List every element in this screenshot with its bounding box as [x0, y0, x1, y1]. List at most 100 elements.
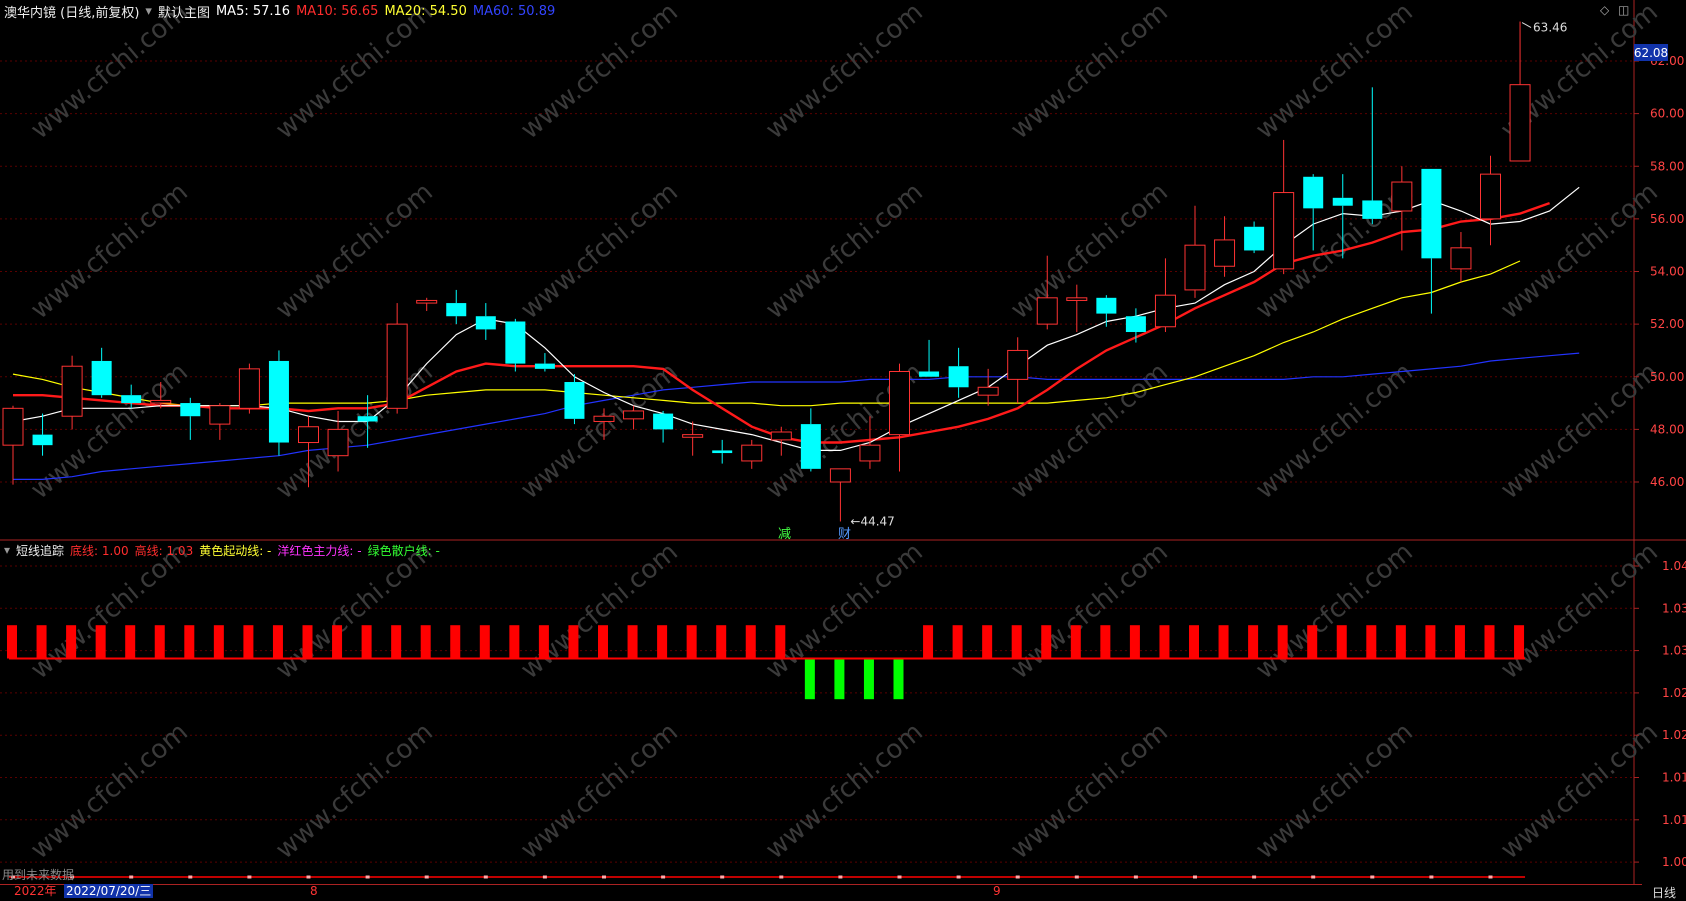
indicator-bar-up [1454, 625, 1465, 659]
watermark-text: www.cfchi.com [515, 537, 684, 685]
stock-title[interactable]: 澳华内镜 (日线,前复权) [4, 2, 139, 21]
candle-up [61, 355, 83, 430]
candle-body [1125, 316, 1146, 333]
period-label[interactable]: 日线 [1642, 884, 1686, 900]
future-data-note: 用到未来数据 [2, 868, 75, 882]
indicator-bar-up [1336, 625, 1347, 659]
watermark-text: www.cfchi.com [270, 177, 439, 325]
indicator-bar-up [332, 625, 343, 659]
candle-body [623, 410, 645, 420]
price-tick-label: 48.00 [1650, 422, 1684, 436]
watermark-text: www.cfchi.com [1250, 537, 1419, 685]
bottom-line-dot [188, 875, 193, 879]
indicator-bar-up [775, 625, 786, 659]
indicator-bar-down [893, 658, 904, 700]
indicator-bar-up [627, 625, 638, 659]
candle-body [800, 424, 821, 469]
event-marker-finance: 财 [838, 527, 851, 542]
candle-body [416, 299, 438, 304]
watermark-text: www.cfchi.com [1250, 0, 1419, 145]
bottom-line-dot [1488, 875, 1493, 879]
candle-down [1125, 308, 1146, 343]
candle-body [948, 366, 969, 388]
sub-legend: ▾ 短线追踪 底线: 1.00 高线: 1.03 黄色起动线: - 洋红色主力线… [4, 539, 446, 561]
candle-up [1273, 139, 1295, 275]
candle-body [386, 323, 408, 409]
watermark-text: www.cfchi.com [515, 717, 684, 865]
candle-up [1184, 205, 1206, 298]
candle-body [859, 444, 881, 462]
watermark-text: www.cfchi.com [1495, 357, 1664, 505]
candle-up [741, 439, 763, 469]
candle-body [91, 360, 112, 396]
indicator-bar-up [66, 625, 77, 659]
indicator-bar-up [657, 625, 668, 659]
price-tick-label: 54.00 [1650, 265, 1684, 279]
candle-down [446, 289, 467, 325]
candle-up [1391, 166, 1413, 251]
candle-body [209, 405, 231, 425]
candle-body [1332, 197, 1353, 206]
indicator-bar-up [1189, 625, 1199, 659]
kline-chart[interactable]: www.cfchi.com www.cfchi.com www.cfchi.com w… [0, 0, 1686, 898]
candle-body [1184, 244, 1206, 291]
watermark-text: www.cfchi.com [1495, 177, 1664, 325]
candle-body [505, 321, 526, 364]
candle-body [2, 407, 24, 446]
collapse-icon[interactable]: ▾ [4, 543, 10, 557]
price-tick-label: 50.00 [1650, 370, 1684, 384]
dropdown-icon[interactable]: ▾ [145, 4, 152, 19]
candle-body [1244, 226, 1265, 251]
candle-down [180, 397, 201, 440]
candle-body [1480, 173, 1501, 220]
candle-body [889, 370, 910, 436]
bottom-line-dot [1311, 875, 1316, 879]
indicator-bar-up [1425, 625, 1436, 659]
candle-up [209, 403, 231, 440]
watermark-text: www.cfchi.com [760, 177, 929, 325]
indicator-tick-label: 1.04 [1662, 559, 1686, 573]
candle-up [1509, 21, 1531, 162]
watermark-text: www.cfchi.com [270, 717, 439, 865]
main-panel-name[interactable]: 默认主图 [158, 2, 210, 21]
watermark-text: www.cfchi.com [515, 177, 684, 325]
indicator-bar-up [1159, 625, 1170, 659]
indicator-tick-label: 1.02 [1662, 728, 1686, 742]
indicator-tick-label: 1.03 [1662, 601, 1686, 615]
panel-toggle-icon[interactable]: ◫ [1618, 3, 1629, 17]
candle-body [327, 428, 349, 457]
candle-body [475, 316, 496, 330]
candle-down [91, 347, 112, 398]
watermark-text: www.cfchi.com [1005, 0, 1174, 145]
candle-body [829, 468, 851, 483]
bottom-line-dot [1015, 875, 1020, 879]
indicator-bar-up [184, 625, 195, 659]
candle-down [534, 353, 555, 372]
watermark-text: www.cfchi.com [1495, 717, 1664, 865]
watermark-text: www.cfchi.com [25, 177, 194, 325]
diamond-icon[interactable]: ◇ [1600, 3, 1609, 17]
indicator-bar-up [272, 625, 283, 659]
bottom-line-dot [1074, 875, 1079, 879]
bottom-line-dot [1133, 875, 1138, 879]
candle-body [1273, 192, 1295, 270]
bottom-line-dot [129, 875, 134, 879]
main-legend: 澳华内镜 (日线,前复权) ▾ 默认主图 MA5: 57.16 MA10: 56… [4, 0, 561, 22]
candle-up [1450, 232, 1472, 283]
high-price-label: 63.46 [1533, 21, 1567, 35]
indicator-tick-label: 1.00 [1662, 855, 1686, 869]
candle-body [180, 403, 201, 417]
bottom-line-dot [483, 875, 488, 879]
month-9-label: 9 [993, 884, 1001, 898]
candle-body [653, 413, 674, 430]
candle-body [593, 415, 615, 422]
candle-down [1421, 168, 1442, 314]
candle-body [977, 386, 999, 396]
indicator-title[interactable]: 短线追踪 [16, 542, 64, 559]
indicator-bar-up [1070, 625, 1081, 659]
candle-body [121, 395, 142, 404]
candle-body [741, 444, 763, 462]
candle-down [564, 374, 585, 425]
indicator-bar-up [1277, 625, 1288, 659]
month-8-label: 8 [310, 884, 318, 898]
